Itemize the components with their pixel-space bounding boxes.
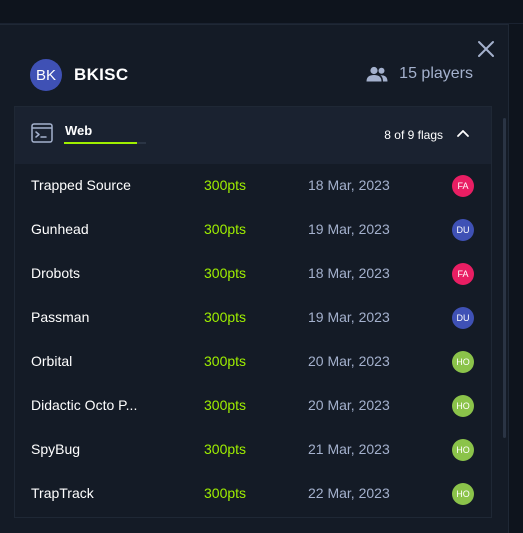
challenge-name[interactable]: Trapped Source xyxy=(31,177,181,193)
category-header[interactable]: Web 8 of 9 flags xyxy=(15,107,491,164)
challenge-name[interactable]: Gunhead xyxy=(31,221,181,237)
challenge-row[interactable]: Gunhead 300pts 19 Mar, 2023 DU xyxy=(15,208,491,252)
chevron-up-icon[interactable] xyxy=(456,126,470,140)
challenge-points: 300pts xyxy=(204,353,247,369)
challenge-name[interactable]: Drobots xyxy=(31,265,181,281)
solver-avatar[interactable]: DU xyxy=(452,219,474,241)
challenge-date: 18 Mar, 2023 xyxy=(308,265,390,281)
page-backdrop xyxy=(0,0,523,24)
players-count: 15 players xyxy=(365,65,473,83)
category-progress-fill xyxy=(64,142,137,144)
solver-avatar[interactable]: FA xyxy=(452,263,474,285)
challenge-row[interactable]: Drobots 300pts 18 Mar, 2023 FA xyxy=(15,252,491,296)
challenge-points: 300pts xyxy=(204,397,247,413)
challenge-date: 21 Mar, 2023 xyxy=(308,441,390,457)
category-section-web: Web 8 of 9 flags Trapped Source 300pts 1… xyxy=(14,106,492,518)
challenge-name[interactable]: TrapTrack xyxy=(31,485,181,501)
players-label: 15 players xyxy=(399,65,473,82)
challenge-points: 300pts xyxy=(204,441,247,457)
solver-avatar[interactable]: HO xyxy=(452,395,474,417)
challenge-row[interactable]: SpyBug 300pts 21 Mar, 2023 HO xyxy=(15,428,491,472)
challenge-list: Trapped Source 300pts 18 Mar, 2023 FA Gu… xyxy=(15,164,491,516)
challenge-row[interactable]: Didactic Octo P... 300pts 20 Mar, 2023 H… xyxy=(15,384,491,428)
terminal-icon xyxy=(31,123,53,143)
challenge-points: 300pts xyxy=(204,265,247,281)
solver-avatar[interactable]: HO xyxy=(452,483,474,505)
solver-avatar[interactable]: FA xyxy=(452,175,474,197)
challenge-name[interactable]: Didactic Octo P... xyxy=(31,397,181,413)
challenge-row[interactable]: Passman 300pts 19 Mar, 2023 DU xyxy=(15,296,491,340)
challenge-row[interactable]: TrapTrack 300pts 22 Mar, 2023 HO xyxy=(15,472,491,516)
dialog-header: BK BKISC 15 players xyxy=(0,25,509,107)
solver-avatar[interactable]: HO xyxy=(452,439,474,461)
challenge-points: 300pts xyxy=(204,485,247,501)
team-name: BKISC xyxy=(74,65,129,84)
close-icon xyxy=(478,41,494,57)
challenge-date: 18 Mar, 2023 xyxy=(308,177,390,193)
team-solves-dialog: BK BKISC 15 players Web 8 of 9 flags Tra… xyxy=(0,24,509,533)
challenge-points: 300pts xyxy=(204,309,247,325)
challenge-date: 20 Mar, 2023 xyxy=(308,397,390,413)
challenge-date: 22 Mar, 2023 xyxy=(308,485,390,501)
challenge-date: 19 Mar, 2023 xyxy=(308,221,390,237)
challenge-row[interactable]: Trapped Source 300pts 18 Mar, 2023 FA xyxy=(15,164,491,208)
solver-avatar[interactable]: DU xyxy=(452,307,474,329)
flags-count: 8 of 9 flags xyxy=(384,128,443,142)
challenge-date: 20 Mar, 2023 xyxy=(308,353,390,369)
users-icon xyxy=(365,66,389,82)
challenge-points: 300pts xyxy=(204,221,247,237)
close-button[interactable] xyxy=(476,39,496,59)
category-label: Web xyxy=(65,123,93,138)
challenge-date: 19 Mar, 2023 xyxy=(308,309,390,325)
challenge-name[interactable]: SpyBug xyxy=(31,441,181,457)
challenge-name[interactable]: Passman xyxy=(31,309,181,325)
challenge-row[interactable]: Orbital 300pts 20 Mar, 2023 HO xyxy=(15,340,491,384)
scrollbar[interactable] xyxy=(503,118,506,438)
challenge-name[interactable]: Orbital xyxy=(31,353,181,369)
team-avatar-initials: BK xyxy=(35,66,56,84)
solver-avatar[interactable]: HO xyxy=(452,351,474,373)
team-avatar: BK xyxy=(30,59,62,91)
challenge-points: 300pts xyxy=(204,177,247,193)
category-progress-bar xyxy=(64,142,146,144)
